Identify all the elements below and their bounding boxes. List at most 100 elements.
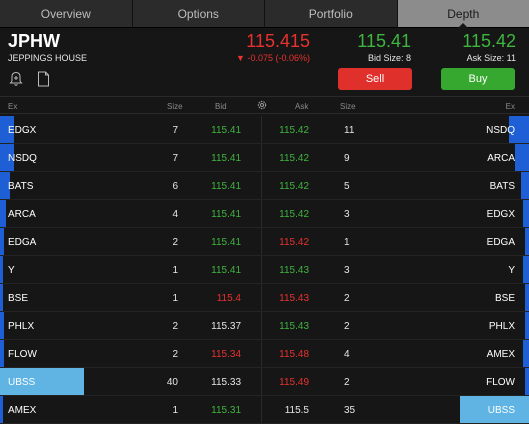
column-divider <box>261 256 262 283</box>
depth-row[interactable]: EDGX 7 115.41 115.42 11 NSDQ <box>0 116 529 144</box>
ask-size-bar <box>523 256 529 283</box>
ask-size-bar <box>525 368 529 395</box>
bid-size: Bid Size: 8 <box>367 53 411 63</box>
ask-cell: 115.42 <box>279 237 309 248</box>
column-divider <box>261 312 262 339</box>
depth-table: EDGX 7 115.41 115.42 11 NSDQ NSDQ 7 115.41 115.42… <box>0 116 529 424</box>
bid-exchange: EDGA <box>8 237 37 248</box>
depth-row[interactable]: BATS 6 115.41 115.42 5 BATS <box>0 172 529 200</box>
tab-options[interactable]: Options <box>133 0 265 27</box>
bid-size-cell: 7 <box>172 125 178 136</box>
ask-cell: 115.42 <box>279 181 309 192</box>
ask-exchange: BSE <box>494 293 515 304</box>
tab-portfolio[interactable]: Portfolio <box>265 0 398 27</box>
bid-exchange: UBSS <box>8 377 36 388</box>
bid-cell: 115.37 <box>211 321 241 332</box>
bid-exchange: EDGX <box>8 125 37 136</box>
ask-size-cell: 2 <box>344 377 350 388</box>
bid-exchange: BSE <box>8 293 29 304</box>
ask-size-cell: 1 <box>344 237 350 248</box>
col-size-bid: Size <box>167 102 183 111</box>
bid-size-cell: 2 <box>172 237 178 248</box>
tab-overview[interactable]: Overview <box>0 0 133 27</box>
ask-cell: 115.42 <box>279 153 309 164</box>
ask-cell: 115.43 <box>279 293 309 304</box>
price-change: ▼ -0.075 (-0.06%) <box>236 53 310 63</box>
buy-button[interactable]: Buy <box>441 68 515 90</box>
bid-size-bar <box>0 200 6 227</box>
col-ex-ask: Ex <box>505 102 515 111</box>
ask-cell: 115.42 <box>279 125 309 136</box>
ask-size-bar <box>521 172 529 199</box>
ask-size-bar <box>525 312 529 339</box>
bid-size-bar <box>0 396 3 423</box>
bid-size-cell: 6 <box>172 181 178 192</box>
bid-cell: 115.33 <box>211 377 241 388</box>
bid-cell: 115.4 <box>216 293 241 304</box>
depth-row[interactable]: AMEX 1 115.31 115.5 35 UBSS <box>0 396 529 424</box>
bid-size-bar <box>0 284 3 311</box>
ask-size-cell: 2 <box>344 293 350 304</box>
ask-size-cell: 11 <box>344 125 355 136</box>
bid-size-bar <box>0 312 4 339</box>
company-name: JEPPINGS HOUSE <box>8 53 88 63</box>
ask-size-bar <box>525 228 529 255</box>
bid-size-cell: 1 <box>172 293 178 304</box>
bid-cell: 115.41 <box>211 237 241 248</box>
bid-size-cell: 1 <box>172 265 178 276</box>
bid-price: 115.41 <box>357 31 411 51</box>
ask-cell: 115.5 <box>284 405 309 416</box>
ask-exchange: EDGA <box>486 237 515 248</box>
depth-row[interactable]: UBSS 40 115.33 115.49 2 FLOW <box>0 368 529 396</box>
depth-row[interactable]: EDGA 2 115.41 115.42 1 EDGA <box>0 228 529 256</box>
document-icon[interactable] <box>37 71 50 87</box>
ask-exchange: EDGX <box>486 209 515 220</box>
bid-cell: 115.34 <box>211 349 241 360</box>
sell-button[interactable]: Sell <box>338 68 412 90</box>
bid-size-cell: 2 <box>172 321 178 332</box>
bid-cell: 115.41 <box>211 265 241 276</box>
ask-exchange: BATS <box>489 181 515 192</box>
col-size-ask: Size <box>340 102 356 111</box>
bid-cell: 115.41 <box>211 153 241 164</box>
depth-row[interactable]: PHLX 2 115.37 115.43 2 PHLX <box>0 312 529 340</box>
bid-exchange: BATS <box>8 181 34 192</box>
ask-size-bar <box>523 200 529 227</box>
col-ex-bid: Ex <box>8 102 18 111</box>
depth-row[interactable]: NSDQ 7 115.41 115.42 9 ARCA <box>0 144 529 172</box>
ask-size-bar <box>525 284 529 311</box>
tab-bar: Overview Options Portfolio Depth <box>0 0 529 28</box>
column-divider <box>261 144 262 171</box>
bid-size-cell: 7 <box>172 153 178 164</box>
depth-row[interactable]: BSE 1 115.4 115.43 2 BSE <box>0 284 529 312</box>
bid-exchange: AMEX <box>8 405 37 416</box>
bid-size-cell: 4 <box>172 209 178 220</box>
gear-icon[interactable] <box>256 99 268 111</box>
depth-row[interactable]: Y 1 115.41 115.43 3 Y <box>0 256 529 284</box>
ask-exchange: FLOW <box>486 377 515 388</box>
ask-exchange: Y <box>508 265 515 276</box>
bell-plus-icon[interactable] <box>9 71 23 87</box>
ask-size-cell: 3 <box>344 209 350 220</box>
ask-size-cell: 4 <box>344 349 350 360</box>
ask-exchange: UBSS <box>487 405 515 416</box>
ask-cell: 115.49 <box>279 377 309 388</box>
column-divider <box>261 172 262 199</box>
ask-exchange: NSDQ <box>486 125 515 136</box>
ask-size-cell: 9 <box>344 153 350 164</box>
tab-depth[interactable]: Depth <box>397 0 529 28</box>
depth-row[interactable]: ARCA 4 115.41 115.42 3 EDGX <box>0 200 529 228</box>
bid-cell: 115.41 <box>211 181 241 192</box>
bid-size-bar <box>0 340 4 367</box>
ask-size-bar <box>523 340 529 367</box>
bid-exchange: NSDQ <box>8 153 37 164</box>
ticker-symbol: JPHW <box>8 31 61 51</box>
bid-exchange: Y <box>8 265 15 276</box>
ask-size: Ask Size: 11 <box>466 53 516 63</box>
ask-cell: 115.43 <box>279 265 309 276</box>
column-divider <box>261 284 262 311</box>
bid-cell: 115.31 <box>211 405 241 416</box>
bid-exchange: ARCA <box>8 209 36 220</box>
bid-size-cell: 1 <box>172 405 178 416</box>
depth-row[interactable]: FLOW 2 115.34 115.48 4 AMEX <box>0 340 529 368</box>
